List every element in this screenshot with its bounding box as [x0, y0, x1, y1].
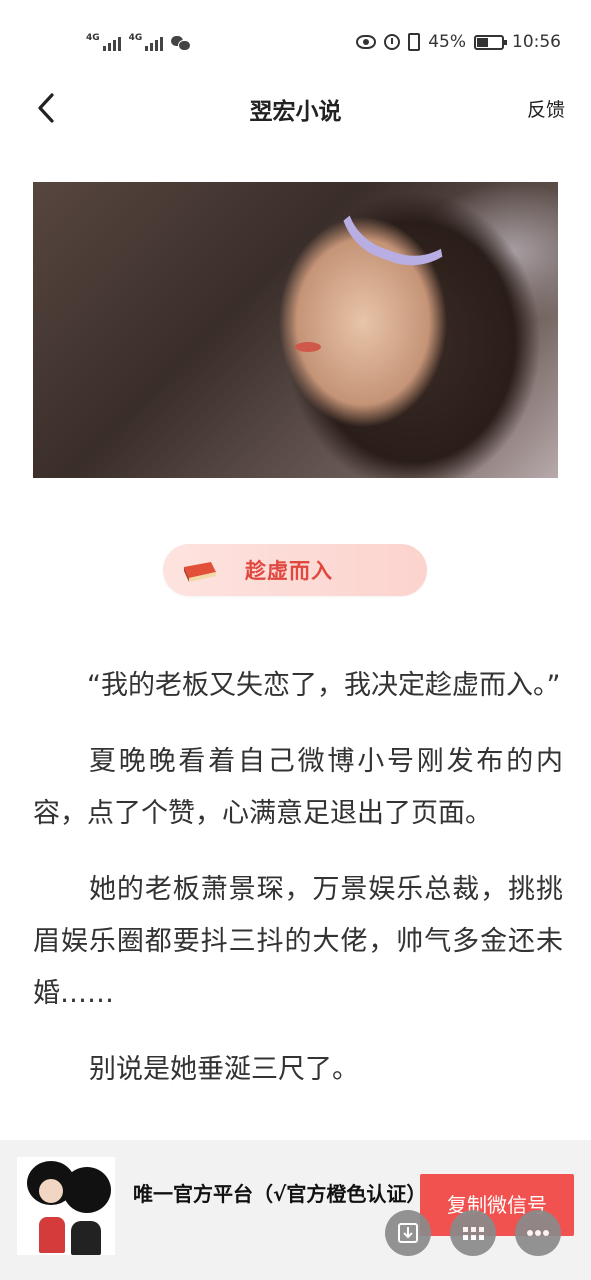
status-bar: 4G 4G 45% 10:56: [0, 0, 591, 80]
chapter-title-badge: 趁虚而入: [163, 544, 427, 596]
article-paragraph: 别说是她垂涎三尺了。: [89, 1054, 359, 1085]
eye-comfort-icon: [356, 35, 377, 49]
book-icon: [184, 562, 216, 582]
grid-icon: [462, 1226, 484, 1240]
top-nav-bar: 翌宏小说 反馈: [0, 80, 591, 136]
download-button[interactable]: [385, 1210, 431, 1256]
menu-grid-button[interactable]: [450, 1210, 496, 1256]
chapter-title: 趁虚而入: [245, 559, 333, 583]
wechat-icon: [171, 34, 192, 51]
promo-text: 唯一官方平台（√官方橙色认证）: [133, 1182, 427, 1206]
article-paragraph: 夏晚晚看着自己微博小号刚发布的内容，点了个赞，心满意足退出了页面。: [33, 746, 563, 829]
page-title: 翌宏小说: [249, 99, 342, 125]
signal-strength-icon: 4G: [86, 33, 121, 51]
article-paragraph: 她的老板萧景琛，万景娱乐总裁，挑挑眉娱乐圈都要抖三抖的大佬，帅气多金还未婚……: [33, 874, 563, 1009]
status-right: 45% 10:56: [356, 30, 561, 54]
battery-percent: 45%: [428, 32, 466, 52]
download-icon: [398, 1223, 418, 1243]
alarm-icon: [384, 34, 401, 50]
clock-time: 10:56: [512, 32, 561, 52]
vibrate-icon: [408, 33, 421, 51]
promo-thumbnail: [17, 1157, 115, 1255]
more-icon: [527, 1230, 549, 1236]
more-button[interactable]: [515, 1210, 561, 1256]
article-paragraph: “我的老板又失恋了，我决定趁虚而入。”: [87, 670, 561, 701]
article-body: “我的老板又失恋了，我决定趁虚而入。” 夏晚晚看着自己微博小号刚发布的内容，点了…: [33, 660, 563, 1120]
feedback-link[interactable]: 反馈: [527, 95, 565, 122]
network-type-label: 4G: [86, 33, 100, 43]
cover-image-detail: [323, 182, 475, 283]
status-left: 4G 4G: [86, 30, 192, 54]
network-type-label: 4G: [128, 33, 143, 43]
promo-banner: 唯一官方平台（√官方橙色认证） 复制微信号: [0, 1140, 591, 1280]
signal-strength-icon: 4G: [129, 33, 164, 51]
cover-image: [33, 182, 558, 478]
app-screen: 4G 4G 45% 10:56 翌宏小说 反馈 趁虚而入 “我的老板又失恋了，我…: [0, 0, 591, 1280]
cover-image-detail: [295, 342, 321, 352]
battery-icon: [474, 34, 507, 50]
